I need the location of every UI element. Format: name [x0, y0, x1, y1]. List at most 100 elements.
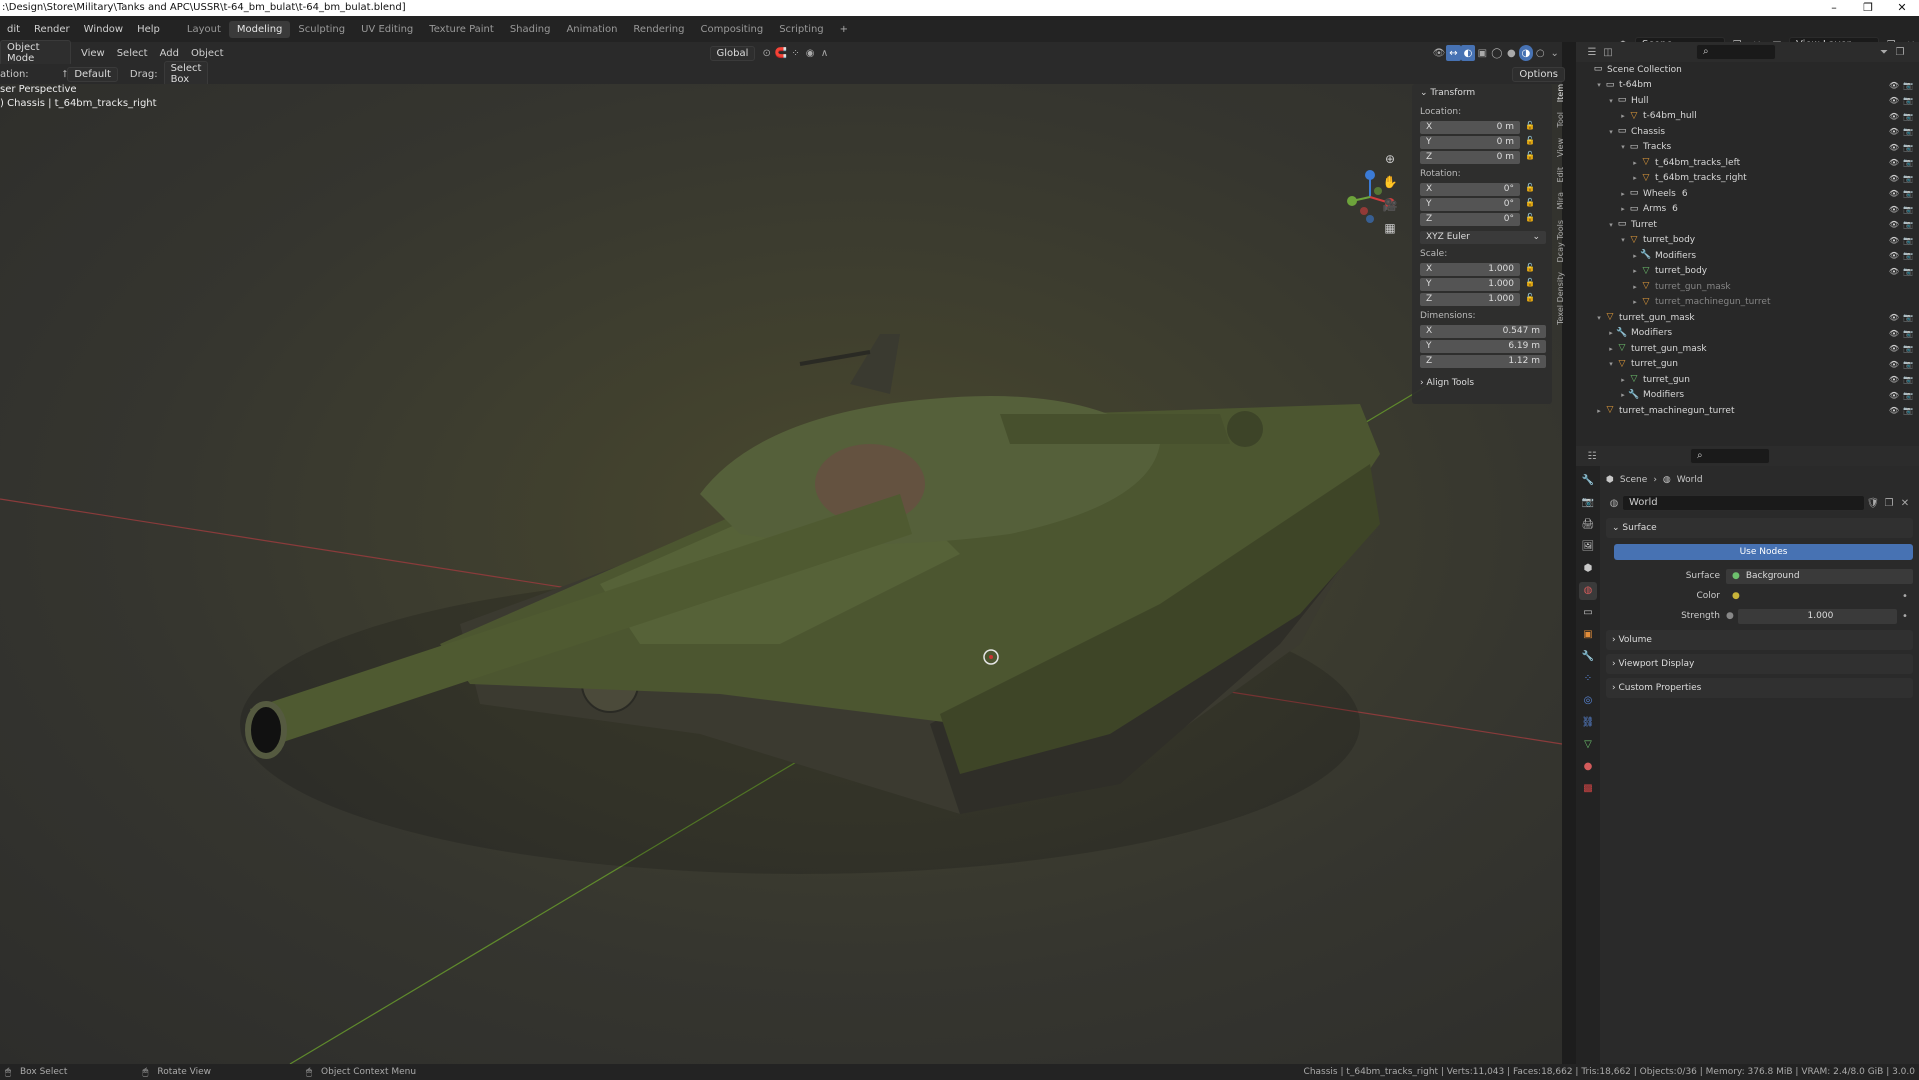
sidebar-tab-view[interactable]: View: [1556, 138, 1565, 157]
eye-icon[interactable]: 👁: [1889, 406, 1899, 415]
render-visibility-icon[interactable]: 📷: [1903, 251, 1913, 260]
snap-icon[interactable]: 🧲: [774, 45, 788, 61]
outliner-row[interactable]: ▸ ▭ Wheels 6 👁 📷: [1576, 186, 1919, 202]
render-visibility-icon[interactable]: 📷: [1903, 205, 1913, 214]
eye-icon[interactable]: 👁: [1889, 158, 1899, 167]
dimensions-z-field[interactable]: Z 1.12 m: [1420, 354, 1546, 368]
viewport-menu-object[interactable]: Object: [185, 48, 230, 59]
sidebar-tab-item[interactable]: Item: [1556, 84, 1565, 102]
rotation-z-field[interactable]: Z 0°: [1420, 212, 1520, 226]
eye-icon[interactable]: 👁: [1889, 96, 1899, 105]
outliner-row[interactable]: ▸ ▽ turret_machinegun_turret: [1576, 295, 1919, 311]
keyframe-icon[interactable]: •: [1897, 588, 1913, 604]
expand-right-icon[interactable]: ▸: [1606, 329, 1616, 337]
render-visibility-icon[interactable]: 📷: [1903, 360, 1913, 369]
expand-down-icon[interactable]: ▾: [1594, 81, 1604, 89]
properties-editor-icon[interactable]: ☷: [1584, 448, 1600, 464]
view-layer-tab-icon[interactable]: 🖼: [1579, 538, 1597, 556]
eye-icon[interactable]: 👁: [1889, 251, 1899, 260]
texture-tab-icon[interactable]: ▩: [1579, 780, 1597, 798]
eye-icon[interactable]: 👁: [1889, 236, 1899, 245]
viewport-menu-view[interactable]: View: [75, 48, 111, 59]
rotation-mode-dropdown[interactable]: XYZ Euler ⌄: [1420, 230, 1546, 244]
maximize-button[interactable]: ❐: [1851, 0, 1885, 16]
tool-tab-icon[interactable]: 🔧: [1579, 472, 1597, 490]
menu-edit[interactable]: dit: [0, 24, 27, 35]
outliner-row[interactable]: ▸ ▽ turret_machinegun_turret 👁 📷: [1576, 403, 1919, 419]
eye-icon[interactable]: 👁: [1889, 391, 1899, 400]
location-y-field[interactable]: Y 0 m: [1420, 135, 1520, 149]
lock-icon[interactable]: 🔓: [1524, 213, 1536, 225]
menu-help[interactable]: Help: [130, 24, 167, 35]
zoom-icon[interactable]: ⊕: [1380, 150, 1400, 168]
expand-down-icon[interactable]: ▾: [1618, 236, 1628, 244]
render-visibility-icon[interactable]: 📷: [1903, 143, 1913, 152]
proportional-edit-icon[interactable]: ◉: [803, 45, 817, 61]
expand-right-icon[interactable]: ▸: [1630, 283, 1640, 291]
output-tab-icon[interactable]: 🖨: [1579, 516, 1597, 534]
transform-panel-header[interactable]: ⌄ Transform: [1412, 88, 1552, 102]
expand-right-icon[interactable]: ▸: [1630, 252, 1640, 260]
expand-right-icon[interactable]: ▸: [1594, 407, 1604, 415]
tab-layout[interactable]: Layout: [179, 21, 229, 38]
solid-shading-icon[interactable]: ●: [1504, 45, 1518, 61]
tab-sculpting[interactable]: Sculpting: [290, 21, 353, 38]
rotation-x-field[interactable]: X 0°: [1420, 182, 1520, 196]
outliner-row[interactable]: ▸ ▽ turret_body 👁 📷: [1576, 264, 1919, 280]
particles-tab-icon[interactable]: ⁘: [1579, 670, 1597, 688]
eye-icon[interactable]: 👁: [1889, 189, 1899, 198]
new-collection-icon[interactable]: ❐: [1892, 44, 1908, 60]
constraints-tab-icon[interactable]: ⛓: [1579, 714, 1597, 732]
material-shading-icon[interactable]: ◑: [1518, 45, 1534, 61]
viewport-menu-select[interactable]: Select: [111, 48, 154, 59]
lock-icon[interactable]: 🔓: [1524, 263, 1536, 275]
outliner-row[interactable]: ▾ ▭ Chassis 👁 📷: [1576, 124, 1919, 140]
outliner-editor-icon[interactable]: ☰: [1584, 44, 1600, 60]
render-visibility-icon[interactable]: 📷: [1903, 189, 1913, 198]
modifier-tab-icon[interactable]: 🔧: [1579, 648, 1597, 666]
tab-animation[interactable]: Animation: [558, 21, 625, 38]
xray-icon[interactable]: ▣: [1475, 45, 1489, 61]
expand-down-icon[interactable]: ▾: [1606, 97, 1616, 105]
outliner-row[interactable]: ▾ ▽ turret_gun 👁 📷: [1576, 357, 1919, 373]
eye-icon[interactable]: 👁: [1889, 127, 1899, 136]
render-visibility-icon[interactable]: 📷: [1903, 81, 1913, 90]
falloff-icon[interactable]: ∧: [817, 45, 831, 61]
material-tab-icon[interactable]: ●: [1579, 758, 1597, 776]
outliner-row[interactable]: ▸ 🔧 Modifiers 👁 📷: [1576, 326, 1919, 342]
scale-z-field[interactable]: Z 1.000: [1420, 292, 1520, 306]
outliner-row[interactable]: ▭ Scene Collection: [1576, 62, 1919, 78]
eye-icon[interactable]: 👁: [1889, 205, 1899, 214]
3d-viewport[interactable]: ser Perspective ) Chassis | t_64bm_track…: [0, 84, 1562, 1064]
eye-icon[interactable]: 👁: [1889, 313, 1899, 322]
object-tab-icon[interactable]: ▣: [1579, 626, 1597, 644]
lock-icon[interactable]: 🔓: [1524, 136, 1536, 148]
eye-icon[interactable]: 👁: [1889, 220, 1899, 229]
snap-target-icon[interactable]: ⁘: [788, 45, 802, 61]
outliner-row[interactable]: ▸ 🔧 Modifiers 👁 📷: [1576, 388, 1919, 404]
lock-icon[interactable]: 🔓: [1524, 183, 1536, 195]
display-mode-icon[interactable]: ◫: [1600, 44, 1616, 60]
viewport-menu-add[interactable]: Add: [154, 48, 185, 59]
expand-down-icon[interactable]: ▾: [1618, 143, 1628, 151]
outliner-row[interactable]: ▸ ▽ turret_gun_mask 👁 📷: [1576, 341, 1919, 357]
sidebar-tab-texel-density[interactable]: Texel Density: [1556, 272, 1565, 325]
render-visibility-icon[interactable]: 📷: [1903, 127, 1913, 136]
strength-field[interactable]: 1.000: [1737, 608, 1897, 624]
eye-icon[interactable]: 👁: [1889, 267, 1899, 276]
sidebar-tab-tool[interactable]: Tool: [1556, 112, 1565, 128]
dimensions-x-field[interactable]: X 0.547 m: [1420, 324, 1546, 338]
camera-icon[interactable]: 🎥: [1380, 196, 1400, 214]
orientation-dropdown[interactable]: Default: [67, 66, 118, 82]
render-visibility-icon[interactable]: 📷: [1903, 391, 1913, 400]
outliner-search-input[interactable]: ⌕: [1696, 44, 1776, 60]
tab-compositing[interactable]: Compositing: [693, 21, 772, 38]
render-visibility-icon[interactable]: 📷: [1903, 375, 1913, 384]
shading-options-icon[interactable]: ⌄: [1548, 45, 1562, 61]
lock-icon[interactable]: 🔓: [1524, 293, 1536, 305]
render-visibility-icon[interactable]: 📷: [1903, 112, 1913, 121]
eye-icon[interactable]: 👁: [1889, 81, 1899, 90]
expand-right-icon[interactable]: ▸: [1630, 298, 1640, 306]
outliner-row[interactable]: ▾ ▭ Hull 👁 📷: [1576, 93, 1919, 109]
pan-hand-icon[interactable]: ✋: [1380, 173, 1400, 191]
